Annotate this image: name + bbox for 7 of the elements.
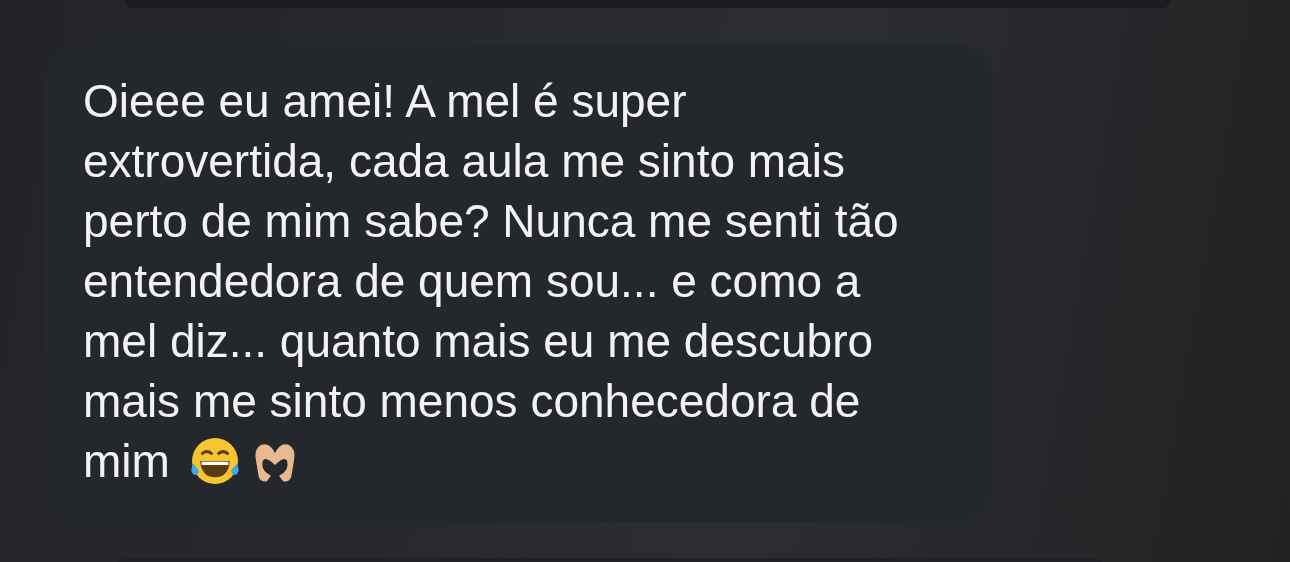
message-text-line: entendedora de quem sou... e como a [83, 254, 861, 309]
message-text-line: mim [83, 434, 170, 489]
message-text-line: mais me sinto menos conhecedora de [83, 374, 861, 429]
message-text-line: perto de mim sabe? Nunca me senti tão [83, 194, 899, 249]
message-text-line: Oieee eu amei! A mel é super [83, 74, 687, 129]
message-text-line: extrovertida, cada aula me sinto mais [83, 134, 845, 189]
message-text-line: mel diz... quanto mais eu me descubro [83, 314, 874, 369]
